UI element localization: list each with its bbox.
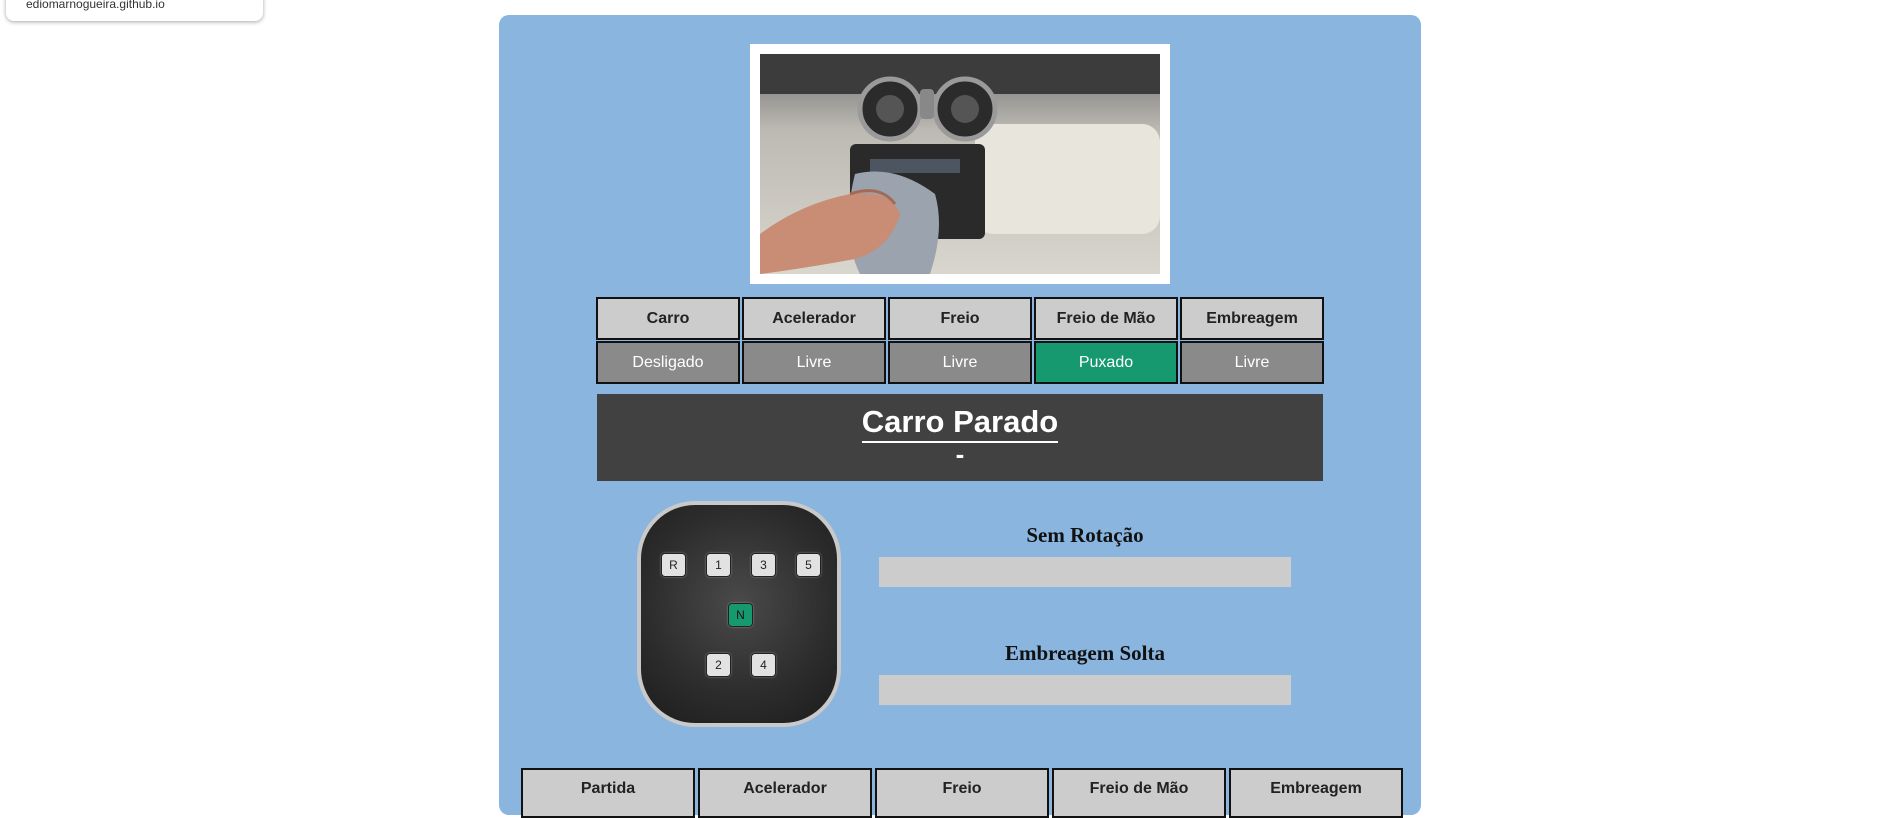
freio-button[interactable]: Freio — [875, 768, 1049, 818]
status-value-embreagem: Livre — [1180, 341, 1324, 384]
gear-4-button[interactable]: 4 — [751, 653, 776, 677]
status-value-freio: Livre — [888, 341, 1032, 384]
gear-shifter: R 1 3 5 N 2 4 — [637, 501, 841, 727]
rotation-label: Sem Rotação — [1026, 523, 1144, 547]
status-value-carro: Desligado — [596, 341, 740, 384]
acelerador-button[interactable]: Acelerador — [698, 768, 872, 818]
url-tooltip-text: ediomarnogueira.github.io — [26, 0, 165, 11]
partida-button[interactable]: Partida — [521, 768, 695, 818]
gear-2-button[interactable]: 2 — [706, 653, 731, 677]
control-buttons-row: Partida Acelerador Freio Freio de Mão Em… — [521, 768, 1403, 818]
clutch-label: Embreagem Solta — [1004, 641, 1165, 665]
status-header-carro: Carro — [596, 297, 740, 340]
status-value-freio-de-mao: Puxado — [1034, 341, 1178, 384]
gear-1-button[interactable]: 1 — [706, 553, 731, 577]
car-state-banner: Carro Parado - — [597, 394, 1323, 481]
clutch-bar — [879, 675, 1291, 705]
status-header-freio: Freio — [888, 297, 1032, 340]
gear-5-button[interactable]: 5 — [796, 553, 821, 577]
status-header-row: Carro Acelerador Freio Freio de Mão Embr… — [596, 297, 1324, 340]
status-header-freio-de-mao: Freio de Mão — [1034, 297, 1178, 340]
gear-n-button[interactable]: N — [728, 603, 753, 627]
gear-r-button[interactable]: R — [661, 553, 686, 577]
rotation-bar — [879, 557, 1291, 587]
embreagem-button[interactable]: Embreagem — [1229, 768, 1403, 818]
freio-de-mao-button[interactable]: Freio de Mão — [1052, 768, 1226, 818]
gear-3-button[interactable]: 3 — [751, 553, 776, 577]
status-value-row: Desligado Livre Livre Puxado Livre — [596, 341, 1324, 384]
dashboard-image — [760, 54, 1160, 274]
car-state-subtitle: - — [955, 439, 965, 469]
car-state-title: Carro Parado — [861, 404, 1059, 443]
status-header-embreagem: Embreagem — [1180, 297, 1324, 340]
status-header-acelerador: Acelerador — [742, 297, 886, 340]
simulator-panel: Carro Acelerador Freio Freio de Mão Embr… — [499, 15, 1421, 818]
status-value-acelerador: Livre — [742, 341, 886, 384]
car-dashboard-photo — [750, 44, 1170, 284]
url-tooltip: ediomarnogueira.github.io — [6, 0, 263, 21]
